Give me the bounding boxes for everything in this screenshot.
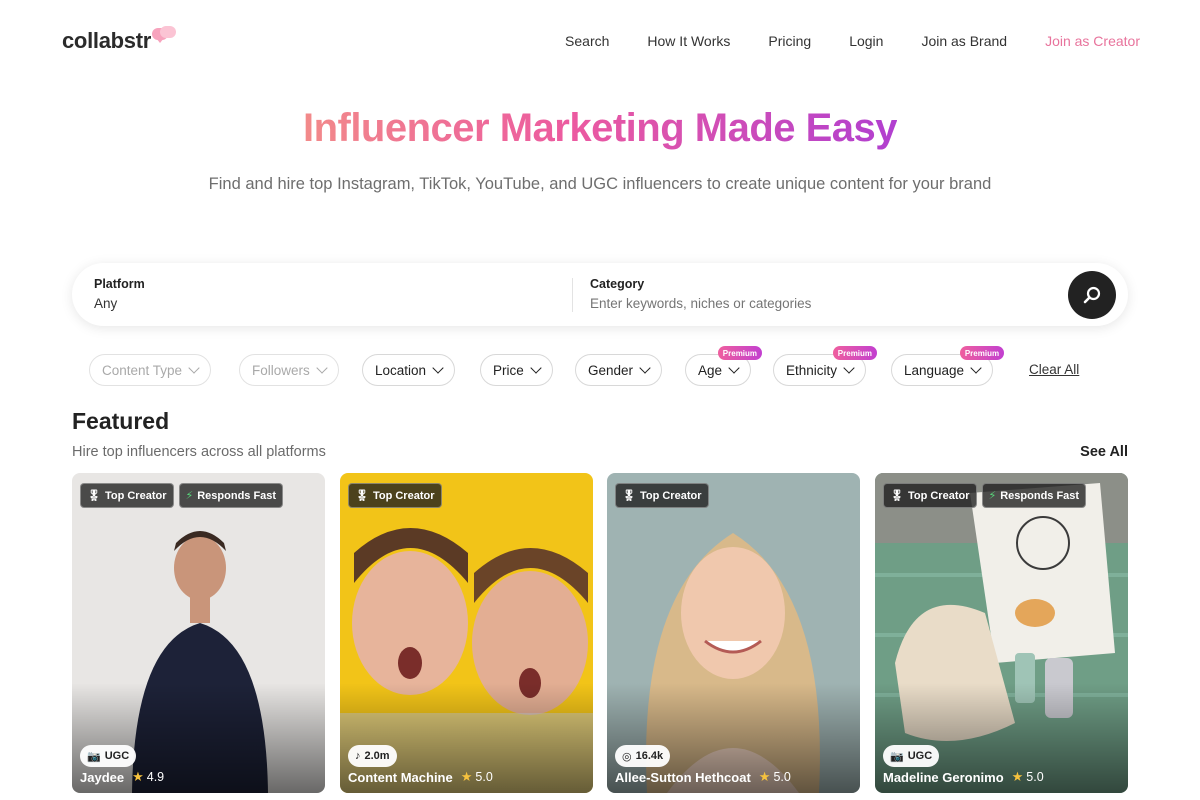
filter-followers[interactable]: Followers (239, 354, 339, 386)
creator-info: Madeline Geronimo ★ 5.0 (883, 769, 1044, 785)
responds-fast-badge: ⚡ Responds Fast (981, 483, 1087, 508)
logo-text: collabstr (62, 28, 151, 53)
main-nav: Search How It Works Pricing Login Join a… (565, 33, 1140, 49)
hero-title: Influencer Marketing Made Easy (302, 106, 898, 150)
filter-label: Price (493, 362, 524, 378)
top-creator-badge: 🎖 Top Creator (615, 483, 709, 508)
platform-field[interactable]: Platform Any (94, 277, 145, 311)
filter-label: Content Type (102, 362, 183, 378)
see-all-link[interactable]: See All (1080, 444, 1128, 460)
premium-badge: Premium (717, 346, 763, 360)
filter-age[interactable]: Age Premium (685, 346, 763, 386)
award-icon: 🎖 (890, 490, 904, 502)
creator-rating: ★ 5.0 (758, 769, 791, 784)
creator-info: Jaydee ★ 4.9 (80, 769, 164, 785)
chevron-down-icon (843, 362, 855, 374)
creator-info: Content Machine ★ 5.0 (348, 769, 493, 785)
filter-price[interactable]: Price (480, 354, 553, 386)
award-icon: 🎖 (87, 490, 101, 502)
chevron-down-icon (970, 362, 982, 374)
creator-name: Content Machine (348, 769, 453, 785)
category-input[interactable] (590, 296, 990, 311)
lightning-icon: ⚡ (185, 490, 194, 502)
chevron-down-icon (432, 362, 444, 374)
nav-join-as-creator[interactable]: Join as Creator (1045, 33, 1140, 49)
creator-card[interactable]: 🎖 Top Creator ◎ 16.4k Allee-Sutton Hethcoa… (607, 473, 860, 793)
nav-how-it-works[interactable]: How It Works (647, 33, 730, 49)
nav-login[interactable]: Login (849, 33, 883, 49)
responds-fast-badge: ⚡ Responds Fast (178, 483, 284, 508)
creator-name: Jaydee (80, 769, 125, 785)
filter-label: Gender (588, 362, 634, 378)
creator-name: Madeline Geronimo (883, 769, 1004, 785)
chevron-down-icon (316, 362, 328, 374)
nav-search[interactable]: Search (565, 33, 609, 49)
creator-card[interactable]: 🎖 Top Creator ⚡ Responds Fast 📷 UGC Madelin… (875, 473, 1128, 793)
top-creator-badge: 🎖 Top Creator (80, 483, 174, 508)
platform-stat: ♪ 2.0m (348, 745, 397, 767)
filter-label: Language (904, 362, 965, 378)
filter-content-type[interactable]: Content Type (89, 354, 212, 386)
featured-subtitle: Hire top influencers across all platform… (72, 444, 326, 460)
award-icon: 🎖 (622, 490, 636, 502)
creator-card[interactable]: 🎖 Top Creator ⚡ Responds Fast 📷 UGC Jaydee … (72, 473, 325, 793)
lightning-icon: ⚡ (988, 490, 997, 502)
creator-info: Allee-Sutton Hethcoat ★ 5.0 (615, 769, 791, 785)
tiktok-icon: ♪ (355, 750, 361, 762)
top-creator-badge: 🎖 Top Creator (883, 483, 977, 508)
card-badges: 🎖 Top Creator ⚡ Responds Fast (80, 483, 284, 508)
star-icon: ★ (758, 769, 771, 784)
instagram-icon: ◎ (622, 750, 632, 763)
category-label: Category (590, 277, 645, 291)
creator-name: Allee-Sutton Hethcoat (615, 769, 751, 785)
search-divider (572, 278, 573, 312)
chevron-down-icon (188, 362, 200, 374)
camera-icon: 📷 (890, 750, 904, 763)
star-icon: ★ (1011, 769, 1024, 784)
creator-rating: ★ 5.0 (460, 769, 493, 784)
award-icon: 🎖 (355, 490, 369, 502)
search-bar: Platform Any Category (72, 263, 1128, 326)
filter-gender[interactable]: Gender (575, 354, 663, 386)
collabstr-logo[interactable]: collabstr (62, 26, 178, 54)
filter-label: Age (698, 362, 723, 378)
platform-stat: ◎ 16.4k (615, 745, 671, 767)
card-badges: 🎖 Top Creator (615, 483, 709, 508)
top-creator-badge: 🎖 Top Creator (348, 483, 442, 508)
clear-all-link[interactable]: Clear All (1029, 362, 1079, 377)
search-icon (1083, 286, 1101, 304)
premium-badge: Premium (959, 346, 1005, 360)
platform-value[interactable]: Any (94, 296, 145, 311)
platform-label: Platform (94, 277, 145, 291)
chevron-down-icon (639, 362, 651, 374)
hero-subtitle: Find and hire top Instagram, TikTok, You… (208, 175, 992, 193)
star-icon: ★ (460, 769, 473, 784)
featured-title: Featured (72, 408, 170, 434)
filter-label: Location (375, 362, 427, 378)
creator-rating: ★ 5.0 (1011, 769, 1044, 784)
category-field[interactable]: Category (590, 277, 990, 313)
site-header: collabstr Search How It Works Pricing Lo… (0, 0, 1200, 86)
filter-language[interactable]: Language Premium (891, 346, 1005, 386)
card-badges: 🎖 Top Creator (348, 483, 442, 508)
nav-pricing[interactable]: Pricing (768, 33, 811, 49)
camera-icon: 📷 (87, 750, 101, 763)
chevron-down-icon (728, 362, 740, 374)
filter-label: Followers (252, 362, 310, 378)
chat-bubbles-icon (152, 26, 178, 46)
platform-stat: 📷 UGC (80, 745, 137, 767)
premium-badge: Premium (832, 346, 878, 360)
card-badges: 🎖 Top Creator ⚡ Responds Fast (883, 483, 1087, 508)
search-button[interactable] (1068, 271, 1116, 319)
star-icon: ★ (132, 769, 144, 784)
nav-join-as-brand[interactable]: Join as Brand (921, 33, 1007, 49)
filter-ethnicity[interactable]: Ethnicity Premium (773, 346, 878, 386)
filter-location[interactable]: Location (362, 354, 456, 386)
filter-label: Ethnicity (786, 362, 838, 378)
platform-stat: 📷 UGC (883, 745, 940, 767)
chevron-down-icon (530, 362, 542, 374)
creator-card[interactable]: 🎖 Top Creator ♪ 2.0m Content Machine ★ 5.0 (340, 473, 593, 793)
creator-rating: ★ 4.9 (132, 769, 165, 784)
